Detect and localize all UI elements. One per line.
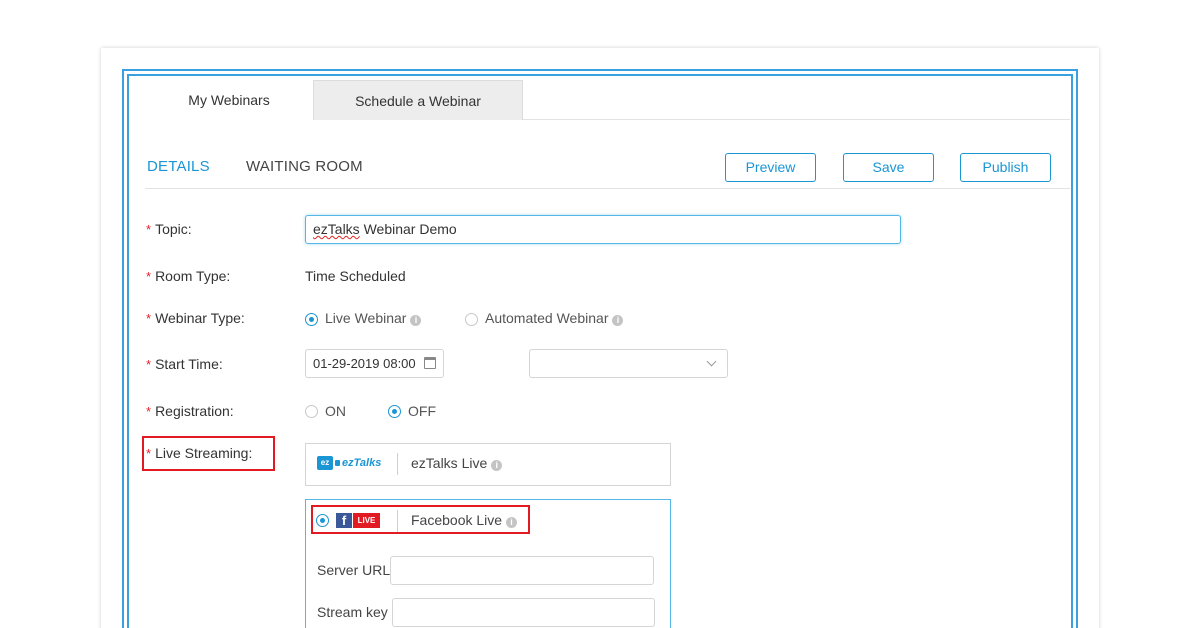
start-date-input[interactable]: 01-29-2019 08:00 [305, 349, 444, 378]
tab-schedule-webinar[interactable]: Schedule a Webinar [313, 80, 523, 120]
room-type-label: * Room Type: [146, 268, 230, 284]
topic-value-rest: Webinar Demo [359, 221, 457, 237]
preview-button[interactable]: Preview [725, 153, 816, 182]
server-url-input[interactable] [390, 556, 654, 585]
start-time-label: * Start Time: [146, 356, 223, 372]
automated-webinar-option[interactable]: Automated Webinar i [485, 310, 624, 326]
room-type-value: Time Scheduled [305, 268, 406, 284]
subtab-waiting-room[interactable]: WAITING ROOM [246, 158, 363, 175]
topic-label-text: Topic: [155, 221, 192, 237]
webinar-type-label: * Webinar Type: [146, 310, 245, 326]
eztalks-logo-badge: ez [317, 456, 333, 470]
divider [397, 453, 398, 475]
live-webinar-option[interactable]: Live Webinar i [325, 310, 422, 326]
room-type-label-text: Room Type: [155, 268, 231, 284]
stream-key-input[interactable] [392, 598, 655, 627]
registration-on-label[interactable]: ON [325, 403, 346, 419]
eztalks-live-label: ezTalks Live [411, 455, 488, 471]
info-icon[interactable]: i [410, 315, 422, 326]
eztalks-logo: ez ezTalks [317, 456, 381, 470]
topic-value-word: ezTalks [313, 221, 360, 237]
subtab-details[interactable]: DETAILS [147, 158, 210, 175]
radio-automated-webinar[interactable] [465, 313, 478, 326]
top-tab-bar: My Webinars Schedule a Webinar [145, 80, 1070, 120]
eztalks-logo-text: ezTalks [342, 457, 382, 469]
save-button[interactable]: Save [843, 153, 934, 182]
calendar-icon[interactable] [424, 357, 436, 369]
info-icon[interactable]: i [612, 315, 624, 326]
required-mark: * [146, 446, 152, 461]
stream-key-label: Stream key [317, 604, 388, 620]
server-url-label: Server URL [317, 562, 391, 578]
info-icon[interactable]: i [491, 460, 503, 471]
radio-registration-off[interactable] [388, 405, 401, 418]
live-streaming-label-text: Live Streaming: [155, 445, 253, 461]
facebook-live-highlight [311, 505, 530, 534]
chevron-down-icon [706, 356, 717, 367]
required-mark: * [146, 269, 152, 284]
timezone-select[interactable] [529, 349, 728, 378]
radio-live-webinar[interactable] [305, 313, 318, 326]
topic-input[interactable]: ezTalks Webinar Demo [305, 215, 901, 244]
registration-off-label[interactable]: OFF [408, 403, 436, 419]
live-webinar-label: Live Webinar [325, 310, 407, 326]
tab-my-webinars[interactable]: My Webinars [145, 80, 313, 120]
webinar-type-label-text: Webinar Type: [155, 310, 245, 326]
required-mark: * [146, 311, 152, 326]
live-streaming-label: * Live Streaming: [146, 445, 252, 461]
required-mark: * [146, 357, 152, 372]
topic-label: * Topic: [146, 221, 192, 237]
automated-webinar-label: Automated Webinar [485, 310, 609, 326]
eztalks-live-option: ezTalks Live i [411, 455, 503, 471]
required-mark: * [146, 222, 152, 237]
start-time-label-text: Start Time: [155, 356, 223, 372]
registration-label: * Registration: [146, 403, 234, 419]
start-date-value: 01-29-2019 08:00 [313, 356, 416, 371]
radio-registration-on[interactable] [305, 405, 318, 418]
registration-label-text: Registration: [155, 403, 234, 419]
required-mark: * [146, 404, 152, 419]
publish-button[interactable]: Publish [960, 153, 1051, 182]
camera-icon [335, 460, 340, 466]
